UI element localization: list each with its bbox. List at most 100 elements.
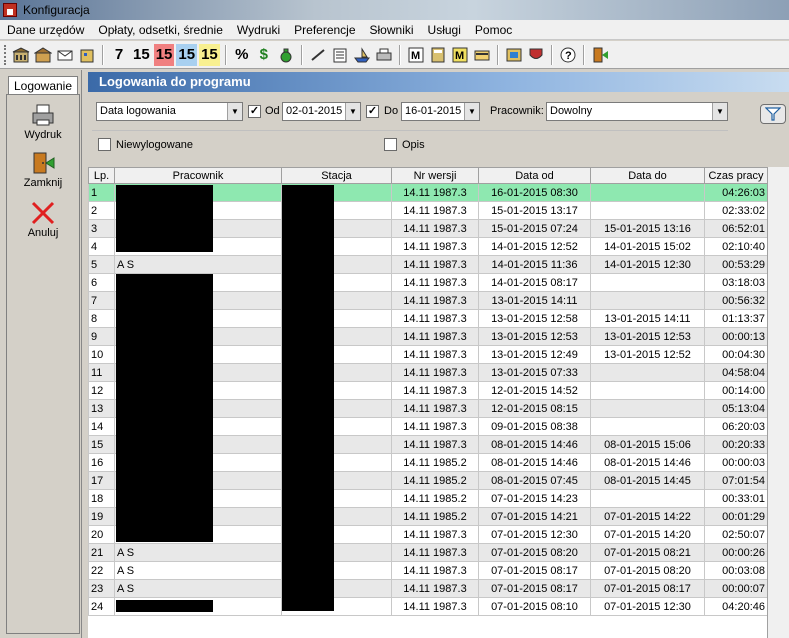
cell-data-od: 15-01-2015 07:24: [478, 219, 591, 238]
bank-icon[interactable]: [33, 44, 53, 66]
cell-nr-wersji: 14.11 1987.3: [391, 417, 479, 436]
od-date-field[interactable]: 02-01-2015 ▼: [282, 102, 361, 121]
cancel-button[interactable]: Anuluj: [7, 201, 79, 239]
percent-button[interactable]: %: [232, 44, 252, 66]
cell-czas-pracy: 00:03:08: [704, 561, 768, 580]
toolbar-separator: [224, 44, 227, 65]
tb-15-blue-button[interactable]: 15: [176, 43, 198, 66]
cell-czas-pracy: 00:00:07: [704, 579, 768, 598]
cell-nr-wersji: 14.11 1987.3: [391, 201, 479, 220]
grid-icon[interactable]: [504, 44, 524, 66]
col-pracownik[interactable]: Pracownik: [114, 167, 282, 184]
table-row[interactable]: 23 A S 14.11 1987.3 07-01-2015 08:17 07-01-2…: [88, 579, 768, 598]
cell-data-od: 15-01-2015 13:17: [478, 201, 591, 220]
cell-lp: 19: [88, 507, 115, 526]
toolbar-separator: [300, 44, 303, 65]
cell-lp: 21: [88, 543, 115, 562]
cell-nr-wersji: 14.11 1987.3: [391, 435, 479, 454]
toolbar-separator: [102, 44, 104, 65]
tab-logowanie[interactable]: Logowanie: [8, 76, 78, 95]
cell-nr-wersji: 14.11 1987.3: [391, 183, 479, 202]
col-data-do[interactable]: Data do: [590, 167, 705, 184]
cell-data-od: 14-01-2015 08:17: [478, 273, 591, 292]
menu-slowniki[interactable]: Słowniki: [363, 23, 421, 37]
ship-icon[interactable]: [352, 44, 372, 66]
col-stacja[interactable]: Stacja: [281, 167, 392, 184]
cell-lp: 5: [88, 255, 115, 274]
col-data-od[interactable]: Data od: [478, 167, 591, 184]
cell-lp: 11: [88, 363, 115, 382]
cell-lp: 6: [88, 273, 115, 292]
col-nr-wersji[interactable]: Nr wersji: [391, 167, 479, 184]
cell-data-do: [590, 363, 705, 382]
cell-nr-wersji: 14.11 1987.3: [391, 579, 479, 598]
print-button-label: Wydruk: [24, 129, 62, 141]
od-label: Od: [265, 105, 280, 117]
cell-czas-pracy: 04:20:46: [704, 597, 768, 616]
cell-lp: 13: [88, 399, 115, 418]
cell-lp: 17: [88, 471, 115, 490]
table-row[interactable]: 21 A S 14.11 1987.3 07-01-2015 08:20 07-01-2…: [88, 543, 768, 562]
worker-select[interactable]: Dowolny ▼: [546, 102, 728, 121]
cell-data-do: 07-01-2015 14:22: [590, 507, 705, 526]
do-label: Do: [384, 105, 399, 117]
cell-lp: 3: [88, 219, 115, 238]
table-row[interactable]: 22 A S 14.11 1987.3 07-01-2015 08:17 07-01-2…: [88, 561, 768, 580]
cell-nr-wersji: 14.11 1987.3: [391, 291, 479, 310]
cell-nr-wersji: 14.11 1987.3: [391, 399, 479, 418]
vertical-scrollbar[interactable]: [767, 167, 789, 638]
cell-pracownik: A S: [114, 543, 282, 562]
printer-toolbar-icon[interactable]: [374, 44, 394, 66]
document-list-icon[interactable]: [330, 44, 350, 66]
m-document-icon[interactable]: M: [406, 44, 426, 66]
tb-7-button[interactable]: 7: [109, 44, 129, 66]
menu-pomoc[interactable]: Pomoc: [468, 23, 519, 37]
money-bag-icon[interactable]: [276, 44, 296, 66]
shield-icon[interactable]: [526, 44, 546, 66]
svg-text:M: M: [411, 50, 420, 62]
funnel-icon: [765, 107, 781, 121]
cell-data-do: 07-01-2015 08:20: [590, 561, 705, 580]
cell-lp: 20: [88, 525, 115, 544]
menu-wydruki[interactable]: Wydruki: [230, 23, 287, 37]
card-icon[interactable]: [472, 44, 492, 66]
cell-data-do: 07-01-2015 12:30: [590, 597, 705, 616]
tb-15-button[interactable]: 15: [131, 44, 152, 66]
col-czas-pracy[interactable]: Czas pracy: [704, 167, 768, 184]
cell-czas-pracy: 05:13:04: [704, 399, 768, 418]
date-type-select[interactable]: Data logowania ▼: [96, 102, 243, 121]
cell-nr-wersji: 14.11 1985.2: [391, 453, 479, 472]
pen-icon[interactable]: [308, 44, 328, 66]
cell-czas-pracy: 00:56:32: [704, 291, 768, 310]
print-button[interactable]: Wydruk: [7, 103, 79, 141]
col-lp[interactable]: Lp.: [88, 167, 115, 184]
od-checkbox[interactable]: ✓: [248, 105, 261, 118]
m-yellow-icon[interactable]: M: [450, 44, 470, 66]
redaction-block: [116, 274, 213, 542]
toolbar-grip[interactable]: [4, 44, 7, 65]
cell-lp: 22: [88, 561, 115, 580]
close-button[interactable]: Zamknij: [7, 151, 79, 189]
building-icon[interactable]: [11, 44, 31, 66]
niewylogowane-checkbox[interactable]: [98, 138, 111, 151]
menu-preferencje[interactable]: Preferencje: [287, 23, 362, 37]
cell-lp: 23: [88, 579, 115, 598]
office-icon[interactable]: [77, 44, 97, 66]
envelope-icon[interactable]: [55, 44, 75, 66]
cell-nr-wersji: 14.11 1987.3: [391, 237, 479, 256]
menu-uslugi[interactable]: Usługi: [421, 23, 468, 37]
opis-checkbox[interactable]: [384, 138, 397, 151]
calculator-icon[interactable]: [428, 44, 448, 66]
menu-dane-urzedow[interactable]: Dane urzędów: [0, 23, 91, 37]
filter-button[interactable]: [760, 104, 786, 124]
tb-15-red-button[interactable]: 15: [153, 43, 175, 66]
tb-15-yellow-button[interactable]: 15: [199, 43, 220, 66]
dollar-button[interactable]: $: [254, 44, 274, 66]
help-icon[interactable]: ?: [558, 44, 578, 66]
table-row[interactable]: 5A S 14.11 1987.3 14-01-2015 11:36 14-01-20…: [88, 255, 768, 274]
exit-icon[interactable]: [590, 44, 610, 66]
do-date-field[interactable]: 16-01-2015 ▼: [401, 102, 480, 121]
cell-lp: 12: [88, 381, 115, 400]
menu-oplaty[interactable]: Opłaty, odsetki, średnie: [91, 23, 230, 37]
do-checkbox[interactable]: ✓: [366, 105, 379, 118]
